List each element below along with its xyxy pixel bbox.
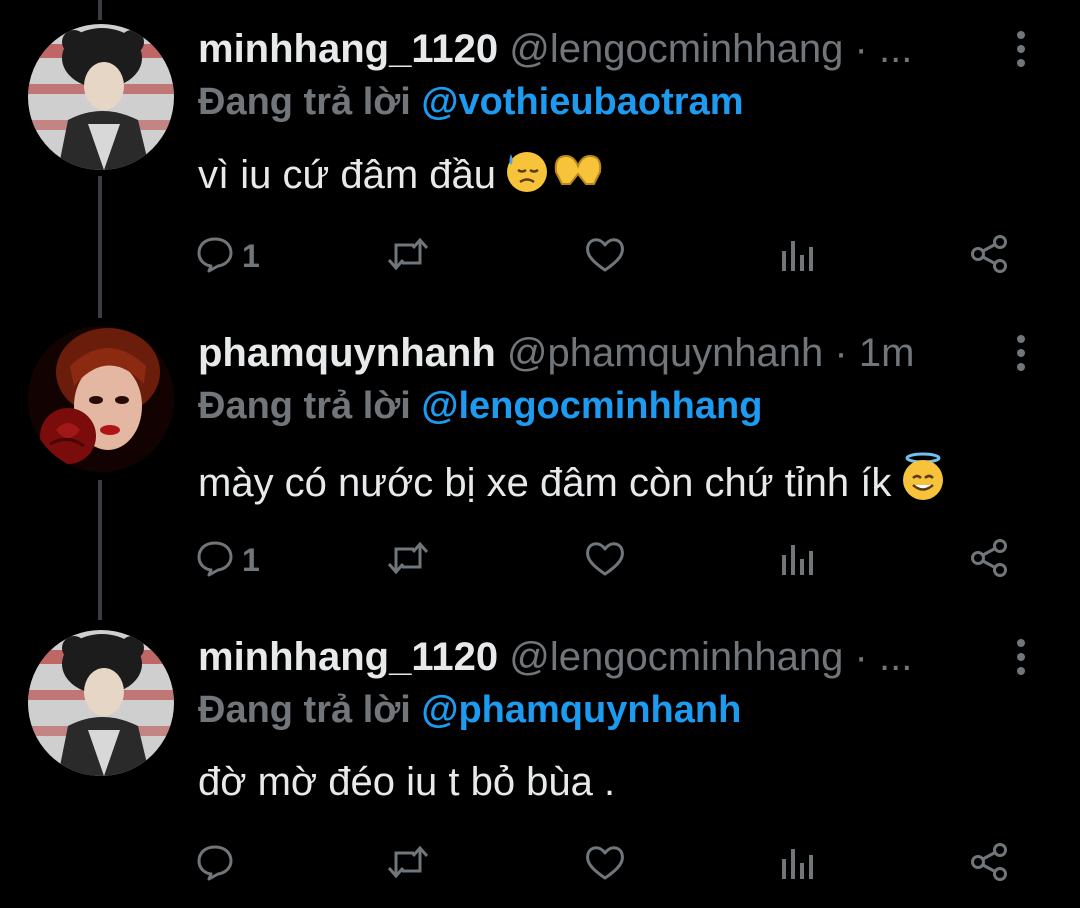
tweet-header: minhhang_1120 @lengocminhhang · ... xyxy=(198,26,912,72)
tweet-text-content: vì iu cứ đâm đầu xyxy=(198,153,497,197)
separator-dot: · xyxy=(854,27,868,71)
tweet[interactable]: minhhang_1120 @lengocminhhang · ... Đang… xyxy=(0,608,1080,908)
timestamp[interactable]: 1m xyxy=(859,331,915,375)
retweet-button[interactable] xyxy=(386,232,438,280)
user-handle[interactable]: @lengocminhhang xyxy=(509,635,843,679)
tweet-actions xyxy=(196,840,1026,888)
share-button[interactable] xyxy=(968,840,1010,888)
more-vertical-icon[interactable] xyxy=(1002,636,1040,678)
tweet-actions: 1 xyxy=(196,536,1026,584)
tweet-text: mày có nước bị xe đâm còn chứ tỉnh ík xyxy=(198,452,947,515)
like-button[interactable] xyxy=(584,232,634,280)
separator-dot: · xyxy=(834,331,848,375)
replying-to: Đang trả lời @vothieubaotram xyxy=(198,80,743,124)
share-icon xyxy=(968,233,1010,280)
heart-icon xyxy=(584,539,626,582)
more-vertical-icon[interactable] xyxy=(1002,28,1040,70)
reply-count: 1 xyxy=(242,237,260,274)
share-icon xyxy=(968,841,1010,888)
views-button[interactable] xyxy=(778,840,816,888)
avatar[interactable] xyxy=(28,326,174,472)
display-name[interactable]: minhhang_1120 xyxy=(198,27,498,71)
share-icon xyxy=(968,537,1010,584)
replying-to-label: Đang trả lời xyxy=(198,385,411,427)
heart-icon xyxy=(584,235,626,278)
separator-dot: · xyxy=(854,635,868,679)
tweet[interactable]: minhhang_1120 @lengocminhhang · ... Đang… xyxy=(0,0,1080,300)
reply-icon xyxy=(196,843,234,886)
tweet-header: minhhang_1120 @lengocminhhang · ... xyxy=(198,634,912,680)
retweet-icon xyxy=(386,235,430,278)
replying-to: Đang trả lời @phamquynhanh xyxy=(198,688,741,732)
avatar[interactable] xyxy=(28,24,174,170)
mention-link[interactable]: @lengocminhhang xyxy=(421,385,762,427)
tweet[interactable]: phamquynhanh @phamquynhanh · 1m Đang trả… xyxy=(0,304,1080,604)
tweet-actions: 1 xyxy=(196,232,1026,280)
user-handle[interactable]: @phamquynhanh xyxy=(507,331,823,375)
analytics-icon xyxy=(778,843,816,886)
retweet-button[interactable] xyxy=(386,840,438,888)
avatar[interactable] xyxy=(28,630,174,776)
views-button[interactable] xyxy=(778,232,816,280)
timestamp[interactable]: ... xyxy=(879,27,912,71)
more-vertical-icon[interactable] xyxy=(1002,332,1040,374)
reply-icon xyxy=(196,235,234,278)
reply-button[interactable]: 1 xyxy=(196,232,260,280)
tweet-text-content: mày có nước bị xe đâm còn chứ tỉnh ík xyxy=(198,461,892,505)
reply-button[interactable]: 1 xyxy=(196,536,260,584)
like-button[interactable] xyxy=(584,536,634,584)
analytics-icon xyxy=(778,235,816,278)
tweet-text-content: đờ mờ đéo iu t bỏ bùa . xyxy=(198,760,616,804)
tweet-text: vì iu cứ đâm đầu xyxy=(198,148,604,207)
retweet-icon xyxy=(386,539,430,582)
views-button[interactable] xyxy=(778,536,816,584)
share-button[interactable] xyxy=(968,536,1010,584)
user-handle[interactable]: @lengocminhhang xyxy=(509,27,843,71)
display-name[interactable]: minhhang_1120 xyxy=(198,635,498,679)
mention-link[interactable]: @vothieubaotram xyxy=(421,81,743,123)
downcast-sweat-face-emoji xyxy=(504,148,604,207)
analytics-icon xyxy=(778,539,816,582)
display-name[interactable]: phamquynhanh xyxy=(198,331,496,375)
retweet-button[interactable] xyxy=(386,536,438,584)
replying-to-label: Đang trả lời xyxy=(198,689,411,731)
smiling-face-with-halo-emoji xyxy=(899,452,947,515)
reply-icon xyxy=(196,539,234,582)
tweet-header: phamquynhanh @phamquynhanh · 1m xyxy=(198,330,914,376)
replying-to: Đang trả lời @lengocminhhang xyxy=(198,384,762,428)
share-button[interactable] xyxy=(968,232,1010,280)
mention-link[interactable]: @phamquynhanh xyxy=(421,689,741,731)
like-button[interactable] xyxy=(584,840,634,888)
replying-to-label: Đang trả lời xyxy=(198,81,411,123)
timestamp[interactable]: ... xyxy=(879,635,912,679)
reply-button[interactable] xyxy=(196,840,242,888)
tweet-text: đờ mờ đéo iu t bỏ bùa . xyxy=(198,756,615,808)
heart-icon xyxy=(584,843,626,886)
reply-count: 1 xyxy=(242,541,260,578)
retweet-icon xyxy=(386,843,430,886)
